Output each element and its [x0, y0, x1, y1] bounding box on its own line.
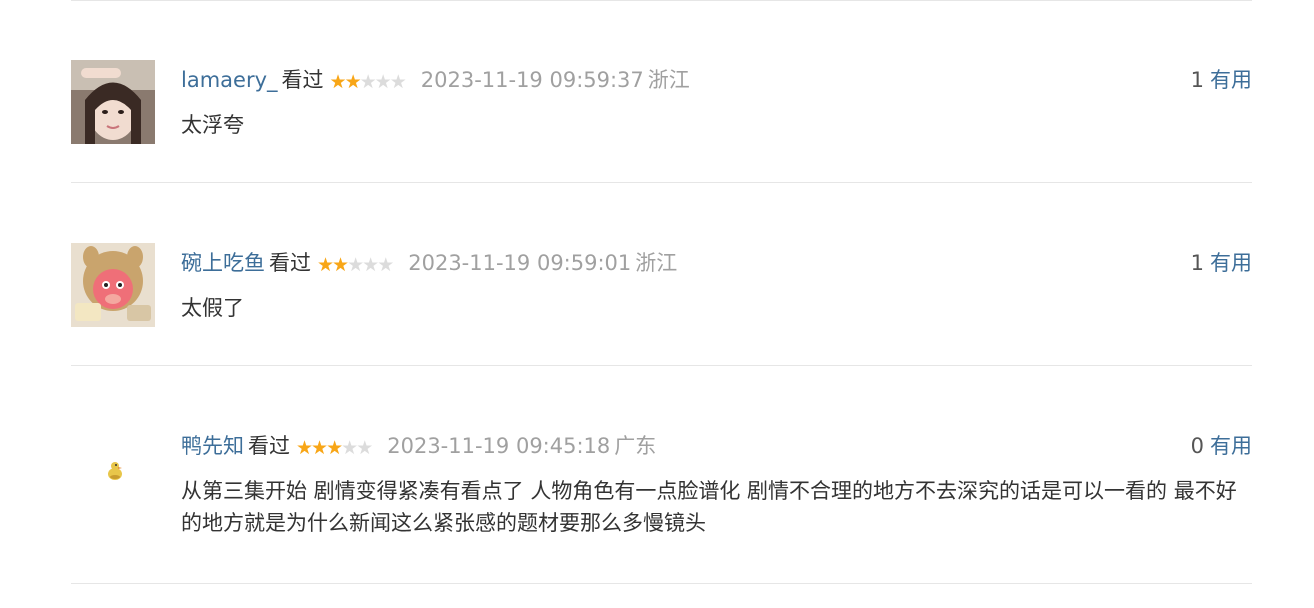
comment-meta: 碗上吃鱼 看过 ★★★★★ 2023-11-19 09:59:01 浙江: [181, 247, 1252, 279]
comment-location: 浙江: [647, 68, 690, 92]
vote-area: 1 有用: [1191, 64, 1252, 96]
star-empty-icon: ★: [356, 437, 373, 459]
comment-item: 碗上吃鱼 看过 ★★★★★ 2023-11-19 09:59:01 浙江 1 有用 太假了: [71, 183, 1252, 366]
comment-location: 浙江: [635, 251, 678, 275]
star-empty-icon: ★: [389, 71, 407, 93]
rating-stars: ★★★★★: [317, 249, 394, 281]
username-link[interactable]: 碗上吃鱼: [181, 251, 265, 275]
vote-area: 1 有用: [1191, 247, 1252, 279]
useful-button[interactable]: 有用: [1210, 251, 1252, 275]
vote-count: 1: [1190, 251, 1204, 275]
star-empty-icon: ★: [362, 254, 379, 276]
comment-content: 碗上吃鱼 看过 ★★★★★ 2023-11-19 09:59:01 浙江 1 有用 太假了: [181, 247, 1252, 324]
useful-button[interactable]: 有用: [1210, 68, 1252, 92]
vote-area: 0 有用: [1191, 430, 1252, 462]
star-filled-icon: ★: [311, 437, 328, 459]
useful-button[interactable]: 有用: [1210, 434, 1252, 458]
star-empty-icon: ★: [341, 437, 358, 459]
watch-status: 看过: [248, 434, 290, 458]
star-filled-icon: ★: [332, 254, 349, 276]
star-filled-icon: ★: [344, 71, 362, 93]
username-link[interactable]: 鸭先知: [181, 434, 244, 458]
comment-text: 太假了: [181, 296, 244, 320]
star-filled-icon: ★: [296, 437, 313, 459]
star-empty-icon: ★: [347, 254, 364, 276]
comment-item: lamaery_ 看过 ★★★★★ 2023-11-19 09:59:37 浙江 1 有用…: [71, 0, 1252, 183]
avatar[interactable]: [71, 60, 155, 144]
avatar[interactable]: [71, 243, 155, 327]
comment-list: lamaery_ 看过 ★★★★★ 2023-11-19 09:59:37 浙江 1 有用…: [71, 0, 1252, 584]
comment-meta: 鸭先知 看过 ★★★★★ 2023-11-19 09:45:18 广东: [181, 430, 1252, 462]
comment-content: lamaery_ 看过 ★★★★★ 2023-11-19 09:59:37 浙江 1 有用…: [181, 64, 1252, 141]
watch-status: 看过: [281, 68, 324, 92]
comment-text: 太浮夸: [181, 113, 244, 137]
star-filled-icon: ★: [329, 71, 347, 93]
comment-time: 2023-11-19 09:45:18: [387, 434, 611, 458]
star-empty-icon: ★: [374, 71, 392, 93]
comment-item: 鸭先知 看过 ★★★★★ 2023-11-19 09:45:18 广东 0 有用 从第三集…: [71, 366, 1252, 584]
comment-meta: lamaery_ 看过 ★★★★★ 2023-11-19 09:59:37 浙江: [181, 64, 1252, 96]
rating-stars: ★★★★★: [296, 432, 373, 464]
watch-status: 看过: [269, 251, 311, 275]
username-link[interactable]: lamaery_: [181, 68, 278, 92]
comment-location: 广东: [614, 434, 657, 458]
plush-toy-avatar-icon: [71, 243, 155, 327]
comment-text: 从第三集开始 剧情变得紧凑有看点了 人物角色有一点脸谱化 剧情不合理的地方不去深…: [181, 479, 1237, 535]
star-filled-icon: ★: [317, 254, 334, 276]
vote-count: 1: [1190, 68, 1204, 92]
user-photo-avatar-icon: [71, 60, 155, 144]
avatar[interactable]: [71, 426, 155, 510]
vote-count: 0: [1190, 434, 1204, 458]
comment-time: 2023-11-19 09:59:37: [420, 68, 644, 92]
comment-content: 鸭先知 看过 ★★★★★ 2023-11-19 09:45:18 广东 0 有用 从第三集…: [181, 430, 1252, 539]
star-empty-icon: ★: [377, 254, 394, 276]
duck-avatar-icon: [71, 426, 155, 510]
star-empty-icon: ★: [359, 71, 377, 93]
rating-stars: ★★★★★: [329, 66, 407, 98]
star-filled-icon: ★: [326, 437, 343, 459]
comment-time: 2023-11-19 09:59:01: [408, 251, 632, 275]
